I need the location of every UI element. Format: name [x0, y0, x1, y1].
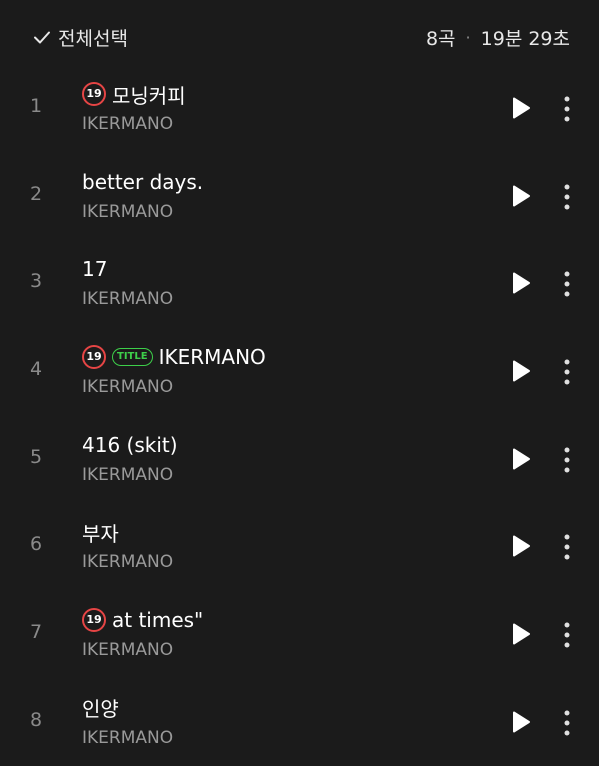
more-vertical-icon	[564, 96, 570, 122]
more-options-button[interactable]	[556, 534, 578, 560]
more-vertical-icon	[564, 184, 570, 210]
track-number: 8	[30, 708, 43, 731]
track-title: 모닝커피	[112, 83, 186, 108]
track-row[interactable]: 6 부자 IKERMANO	[0, 502, 599, 590]
track-row[interactable]: 2 better days. IKERMANO	[0, 152, 599, 240]
track-artist[interactable]: IKERMANO	[82, 114, 173, 134]
play-icon	[513, 623, 530, 645]
track-title: 17	[82, 257, 108, 282]
play-button[interactable]	[510, 710, 532, 734]
track-title: at times"	[112, 608, 204, 633]
track-artist[interactable]: IKERMANO	[82, 465, 173, 485]
play-icon	[513, 448, 530, 470]
album-summary: 8곡 · 19분 29초	[426, 22, 570, 52]
track-artist[interactable]: IKERMANO	[82, 202, 173, 222]
play-icon	[513, 272, 530, 294]
more-options-button[interactable]	[556, 184, 578, 210]
track-title: 인양	[82, 697, 119, 722]
play-button[interactable]	[510, 96, 532, 120]
track-artist[interactable]: IKERMANO	[82, 552, 173, 572]
play-button[interactable]	[510, 447, 532, 471]
more-options-button[interactable]	[556, 96, 578, 122]
track-number: 1	[30, 95, 43, 117]
more-options-button[interactable]	[556, 710, 578, 736]
track-row[interactable]: 3 17 IKERMANO	[0, 239, 599, 327]
play-button[interactable]	[510, 622, 532, 646]
title-track-badge: TITLE	[112, 348, 153, 367]
track-artist[interactable]: IKERMANO	[82, 377, 173, 397]
track-title: 416 (skit)	[82, 432, 178, 457]
track-row[interactable]: 7 19 at times" IKERMANO	[0, 590, 599, 678]
track-title-line: 부자	[82, 518, 119, 546]
more-options-button[interactable]	[556, 271, 578, 297]
track-title: 부자	[82, 521, 119, 546]
select-all-label: 전체선택	[58, 27, 128, 50]
play-icon	[513, 185, 530, 207]
track-row[interactable]: 4 19 TITLE IKERMANO IKERMANO	[0, 327, 599, 415]
track-title: better days.	[82, 169, 204, 194]
track-number: 6	[30, 533, 43, 556]
track-artist[interactable]: IKERMANO	[82, 728, 173, 748]
track-artist[interactable]: IKERMANO	[82, 640, 173, 660]
play-icon	[513, 97, 530, 119]
more-vertical-icon	[564, 271, 570, 297]
track-title-line: 인양	[82, 694, 119, 722]
tracklist-header: 전체선택 8곡 · 19분 29초	[0, 0, 599, 72]
more-vertical-icon	[564, 534, 570, 560]
track-artist[interactable]: IKERMANO	[82, 289, 173, 309]
explicit-badge: 19	[82, 82, 106, 106]
track-number: 2	[30, 182, 43, 205]
play-icon	[513, 535, 530, 557]
more-options-button[interactable]	[556, 622, 578, 648]
track-number: 3	[30, 270, 43, 293]
summary-separator: ·	[465, 27, 471, 47]
play-button[interactable]	[510, 271, 532, 295]
explicit-badge: 19	[82, 345, 106, 370]
more-vertical-icon	[564, 359, 570, 385]
track-title-line: 19 모닝커피	[82, 80, 186, 108]
track-title-line: better days.	[82, 168, 203, 196]
more-options-button[interactable]	[556, 359, 578, 385]
more-vertical-icon	[564, 622, 570, 648]
track-title: IKERMANO	[158, 345, 266, 370]
track-number: 5	[30, 445, 43, 468]
track-row[interactable]: 5 416 (skit) IKERMANO	[0, 415, 599, 503]
track-title-line: 416 (skit)	[82, 431, 178, 459]
play-button[interactable]	[510, 534, 532, 558]
explicit-badge: 19	[82, 608, 106, 633]
select-all-button[interactable]: 전체선택	[32, 22, 128, 52]
track-row[interactable]: 8 인양 IKERMANO	[0, 678, 599, 766]
more-vertical-icon	[564, 710, 570, 736]
track-count: 8곡	[425, 27, 456, 50]
total-duration: 19분 29초	[480, 27, 570, 50]
play-button[interactable]	[510, 184, 532, 208]
track-number: 4	[30, 358, 43, 381]
track-list: 1 19 모닝커피 IKERMANO 2 better days. IKERMA…	[0, 64, 599, 766]
check-icon	[32, 27, 52, 47]
play-icon	[513, 360, 530, 382]
track-title-line: 19 at times"	[82, 606, 203, 634]
play-icon	[513, 711, 530, 733]
more-vertical-icon	[564, 447, 570, 473]
track-title-line: 17	[82, 255, 107, 283]
track-number: 7	[30, 621, 43, 644]
play-button[interactable]	[510, 359, 532, 383]
more-options-button[interactable]	[556, 447, 578, 473]
track-row[interactable]: 1 19 모닝커피 IKERMANO	[0, 64, 599, 152]
track-title-line: 19 TITLE IKERMANO	[82, 343, 266, 371]
